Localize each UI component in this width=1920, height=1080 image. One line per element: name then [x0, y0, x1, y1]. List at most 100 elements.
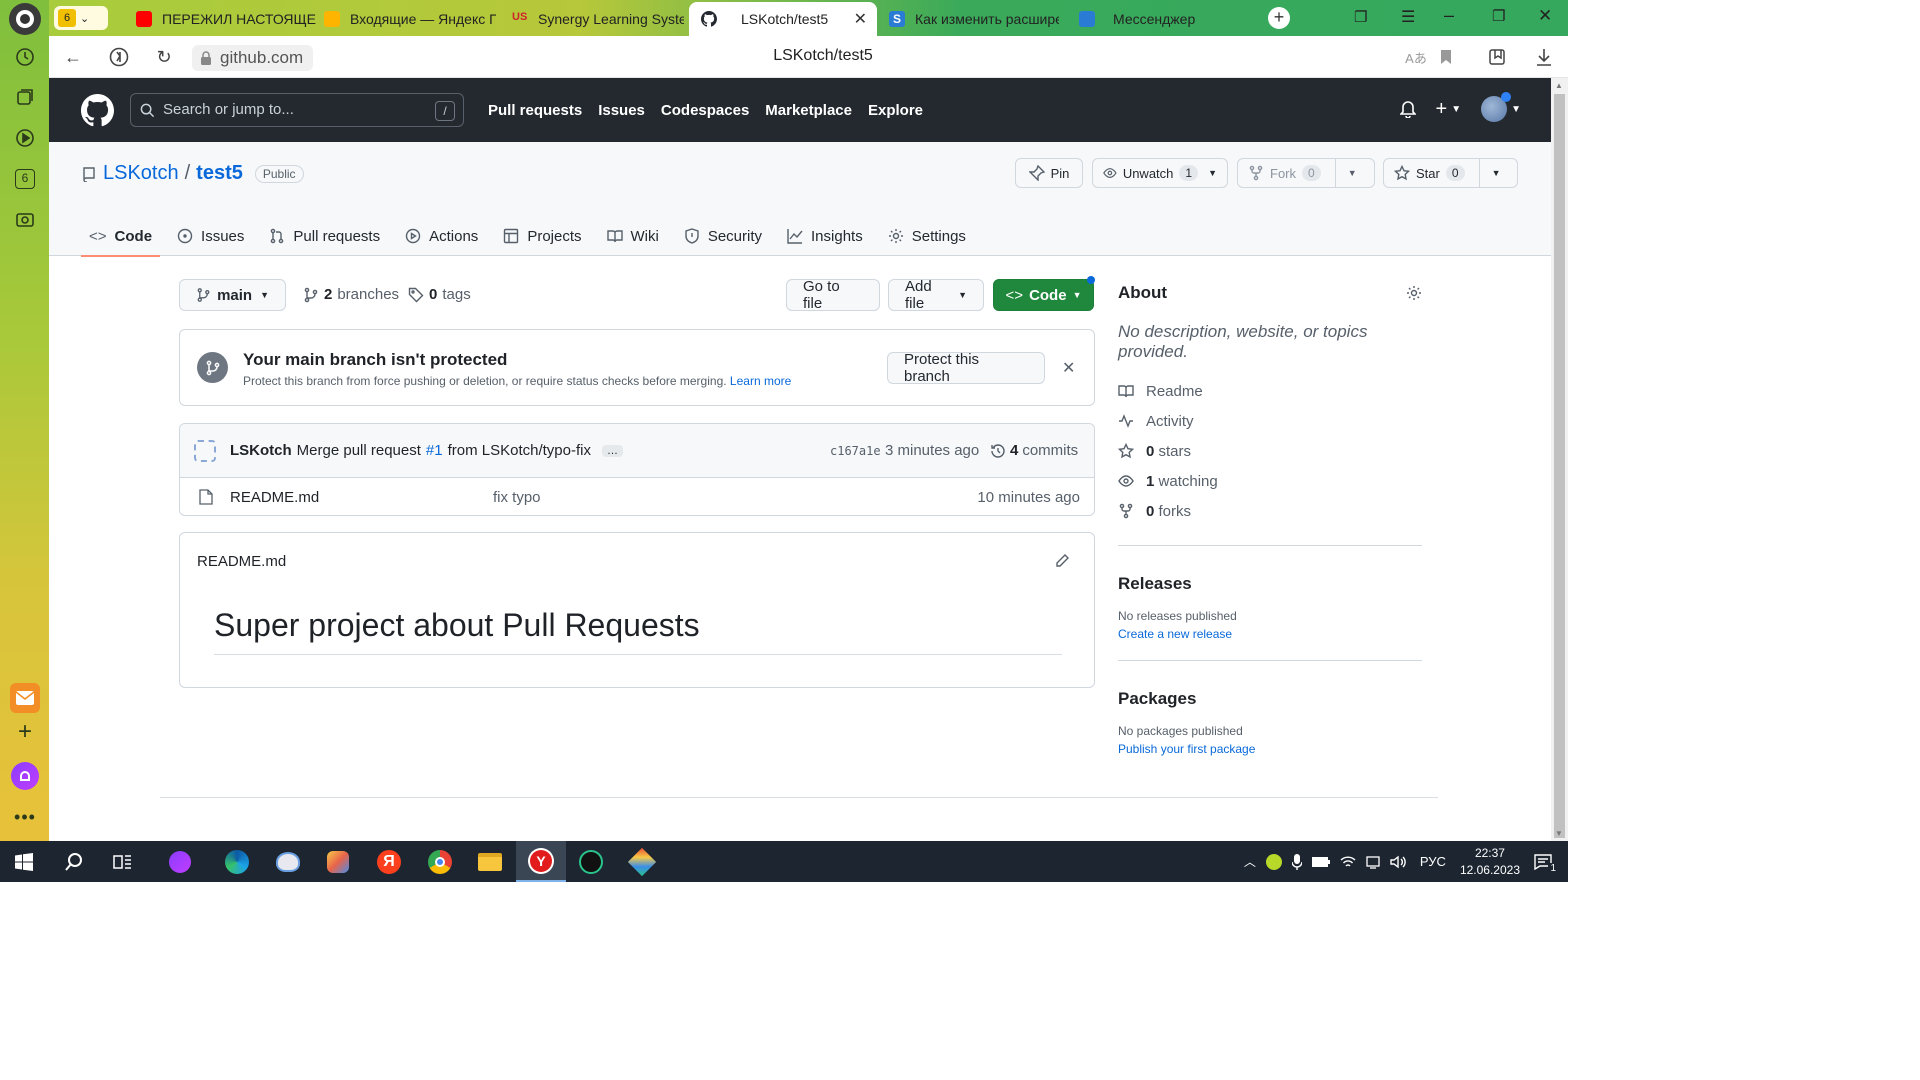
- paint-icon[interactable]: [272, 846, 304, 878]
- edge-icon[interactable]: [221, 846, 253, 878]
- yandex-browser-active-icon[interactable]: Y: [516, 841, 566, 882]
- restore-icon[interactable]: ❐: [1492, 7, 1505, 25]
- paint-3d-icon[interactable]: [322, 846, 354, 878]
- tab-yandex-mail[interactable]: Входящие — Яндекс По: [324, 2, 496, 36]
- file-explorer-icon[interactable]: [474, 846, 506, 878]
- chevron-up-icon[interactable]: ︿: [1244, 853, 1256, 870]
- collections-icon[interactable]: [10, 82, 40, 112]
- commit-sha[interactable]: c167a1e: [830, 444, 881, 458]
- tabs-overview-icon[interactable]: ❐: [1354, 8, 1367, 26]
- commit-text-end[interactable]: from LSKotch/typo-fix: [448, 442, 591, 459]
- tab-settings[interactable]: Settings: [880, 216, 974, 256]
- download-icon[interactable]: [1532, 45, 1556, 69]
- tray-app-icon[interactable]: [1265, 853, 1282, 870]
- nav-marketplace[interactable]: Marketplace: [765, 102, 852, 119]
- nav-pull-requests[interactable]: Pull requests: [488, 102, 582, 119]
- pycharm-icon[interactable]: [575, 846, 607, 878]
- clock[interactable]: 22:37 12.06.2023: [1460, 845, 1520, 879]
- pin-button[interactable]: Pin: [1015, 158, 1083, 188]
- github-logo-icon[interactable]: [81, 94, 114, 127]
- alice-assistant-icon[interactable]: [10, 761, 40, 791]
- star-dropdown[interactable]: ▼: [1478, 158, 1513, 188]
- task-view-icon[interactable]: [107, 846, 139, 878]
- branch-select-button[interactable]: main ▼: [179, 279, 286, 311]
- create-new-button[interactable]: + ▼: [1436, 98, 1462, 121]
- tab-youtube[interactable]: ПЕРЕЖИЛ НАСТОЯЩЕЕ: [136, 2, 316, 36]
- new-tab-button[interactable]: +: [1268, 7, 1290, 29]
- code-dropdown-button[interactable]: <> Code ▼: [993, 276, 1095, 311]
- media-play-icon[interactable]: [10, 123, 40, 153]
- minimize-icon[interactable]: –: [1444, 5, 1454, 26]
- watching-link[interactable]: 1 watching: [1118, 466, 1422, 496]
- bookmark-icon[interactable]: [1434, 45, 1458, 69]
- activity-link[interactable]: Activity: [1118, 406, 1422, 436]
- translate-icon[interactable]: Aあ: [1404, 45, 1428, 69]
- learn-more-link[interactable]: Learn more: [730, 374, 791, 388]
- forks-link[interactable]: 0 forks: [1118, 496, 1422, 526]
- expand-commit-button[interactable]: …: [601, 444, 623, 457]
- repo-owner-link[interactable]: LSKotch: [103, 162, 179, 185]
- repo-name-link[interactable]: test5: [196, 162, 243, 185]
- user-menu-button[interactable]: ▼: [1481, 92, 1521, 122]
- packages-title[interactable]: Packages: [1118, 689, 1422, 709]
- mail-app-icon[interactable]: [10, 683, 40, 713]
- history-icon[interactable]: [10, 42, 40, 72]
- tab-synergy[interactable]: US Synergy Learning System: [512, 2, 684, 36]
- unwatch-button[interactable]: Unwatch 1 ▼: [1092, 158, 1228, 188]
- search-icon[interactable]: [58, 846, 90, 878]
- file-name-link[interactable]: README.md: [230, 489, 319, 506]
- alice-taskbar-icon[interactable]: [164, 846, 196, 878]
- browser-menu-icon[interactable]: [9, 3, 41, 35]
- tab-insights[interactable]: Insights: [779, 216, 871, 256]
- scrollbar-thumb[interactable]: [1554, 94, 1565, 838]
- releases-title[interactable]: Releases: [1118, 574, 1422, 594]
- yandex-browser-icon[interactable]: Я: [373, 846, 405, 878]
- menu-icon[interactable]: ☰: [1401, 7, 1415, 27]
- table-row[interactable]: README.md fix typo 10 minutes ago: [180, 478, 1094, 515]
- commit-text[interactable]: Merge pull request: [297, 442, 421, 459]
- wifi-icon[interactable]: [1340, 855, 1356, 869]
- nav-codespaces[interactable]: Codespaces: [661, 102, 749, 119]
- scrollbar[interactable]: ▲ ▼: [1551, 78, 1568, 841]
- pencil-icon[interactable]: [1054, 553, 1070, 569]
- tags-link[interactable]: 0 tags: [408, 286, 471, 303]
- close-window-icon[interactable]: ✕: [1538, 6, 1552, 26]
- tab-projects[interactable]: Projects: [495, 216, 589, 256]
- add-panel-icon[interactable]: +: [10, 717, 40, 747]
- device-icon[interactable]: [1366, 855, 1380, 869]
- scroll-down-icon[interactable]: ▼: [1555, 829, 1563, 838]
- tab-issues[interactable]: Issues: [169, 216, 252, 256]
- screenshot-icon[interactable]: [10, 205, 40, 235]
- scroll-up-icon[interactable]: ▲: [1555, 81, 1563, 90]
- tab-github-active[interactable]: LSKotch/test5 ✕: [689, 2, 877, 36]
- nav-issues[interactable]: Issues: [598, 102, 645, 119]
- fork-dropdown[interactable]: ▼: [1334, 158, 1369, 188]
- commits-link[interactable]: 4 commits: [990, 442, 1078, 459]
- gear-icon[interactable]: [1406, 285, 1422, 301]
- volume-icon[interactable]: [1390, 855, 1406, 869]
- tab-code[interactable]: <> Code: [81, 216, 161, 257]
- windows-start-icon[interactable]: [8, 846, 40, 878]
- readme-filename[interactable]: README.md: [197, 553, 286, 570]
- search-input[interactable]: Search or jump to... /: [130, 93, 464, 127]
- publish-package-link[interactable]: Publish your first package: [1118, 742, 1422, 756]
- tab-wiki[interactable]: Wiki: [599, 216, 667, 256]
- readme-link[interactable]: Readme: [1118, 376, 1422, 406]
- commit-author[interactable]: LSKotch: [230, 442, 292, 459]
- collections-save-icon[interactable]: [1486, 45, 1510, 69]
- create-release-link[interactable]: Create a new release: [1118, 627, 1422, 641]
- git-icon[interactable]: [626, 846, 658, 878]
- stars-link[interactable]: 0 stars: [1118, 436, 1422, 466]
- tab-skype[interactable]: S Как изменить расшире: [889, 2, 1059, 36]
- nav-explore[interactable]: Explore: [868, 102, 923, 119]
- fork-button[interactable]: Fork 0 ▼: [1237, 158, 1375, 188]
- battery-icon[interactable]: [1311, 856, 1330, 867]
- tab-messenger[interactable]: Мессенджер: [1079, 2, 1259, 36]
- star-button[interactable]: Star 0 ▼: [1383, 158, 1518, 188]
- counter-badge-icon[interactable]: 6: [10, 164, 40, 194]
- tab-security[interactable]: Security: [676, 216, 770, 256]
- go-to-file-button[interactable]: Go to file: [786, 278, 880, 312]
- bell-icon[interactable]: [1399, 100, 1416, 118]
- tab-group-button[interactable]: 6 ⌄: [54, 6, 108, 30]
- close-icon[interactable]: ✕: [1062, 358, 1075, 378]
